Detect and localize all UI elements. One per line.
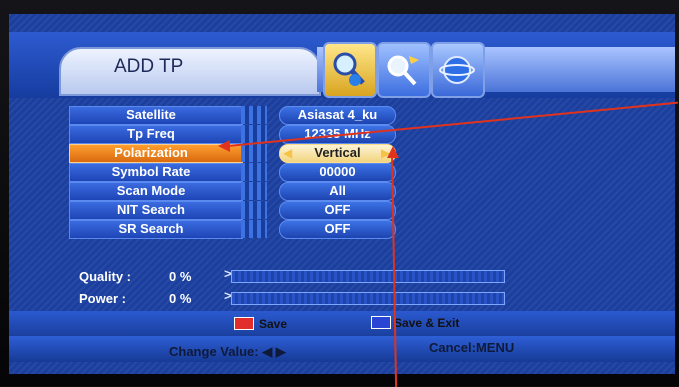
arrowhead-icon (387, 146, 399, 158)
row-separator (241, 163, 267, 181)
setting-label: SR Search (118, 221, 184, 236)
row-separator (241, 106, 267, 124)
arrowhead-icon (218, 140, 230, 152)
row-separator (241, 144, 267, 162)
cancel-hint: Cancel:MENU (429, 340, 515, 355)
save-exit-hint: Save & Exit (394, 316, 460, 330)
tab-globe[interactable] (431, 42, 485, 98)
footer-help (9, 336, 675, 362)
chevron-left-icon[interactable]: ◀ (283, 146, 292, 160)
setting-value: Asiasat 4_ku (297, 107, 378, 122)
setting-value: 00000 (319, 164, 356, 179)
setting-value: All (329, 183, 346, 198)
power-value: 0 % (169, 291, 192, 306)
setting-value: Vertical (314, 145, 361, 160)
setting-label: Tp Freq (127, 126, 175, 141)
row-separator (241, 201, 267, 219)
tv-screen: ADD TP Satellite Asiasat 4_ku Tp Freq Po… (9, 14, 675, 374)
row-separator (241, 125, 267, 143)
quality-label: Quality : (79, 269, 132, 284)
setting-label: Symbol Rate (111, 164, 191, 179)
save-hint: Save (259, 317, 288, 331)
row-separator (241, 182, 267, 200)
blue-key-icon (371, 316, 391, 329)
power-progress-bar (231, 292, 505, 305)
setting-value: OFF (324, 202, 351, 217)
tab-search[interactable] (377, 42, 431, 98)
tab-add-tp[interactable] (323, 42, 377, 98)
page-title: ADD TP (114, 56, 184, 77)
red-key-icon (234, 317, 254, 330)
setting-value: OFF (324, 221, 351, 236)
quality-value: 0 % (169, 269, 192, 284)
row-separator (241, 220, 267, 238)
title-tab (59, 47, 321, 96)
footer-keys (9, 311, 675, 336)
setting-label: Polarization (114, 145, 188, 160)
change-value-hint: Change Value: ◀ ▶ (169, 344, 286, 359)
setting-label: Scan Mode (116, 183, 186, 198)
setting-label: Satellite (126, 107, 176, 122)
power-label: Power : (79, 291, 126, 306)
setting-label: NIT Search (117, 202, 185, 217)
quality-progress-bar (231, 270, 505, 283)
